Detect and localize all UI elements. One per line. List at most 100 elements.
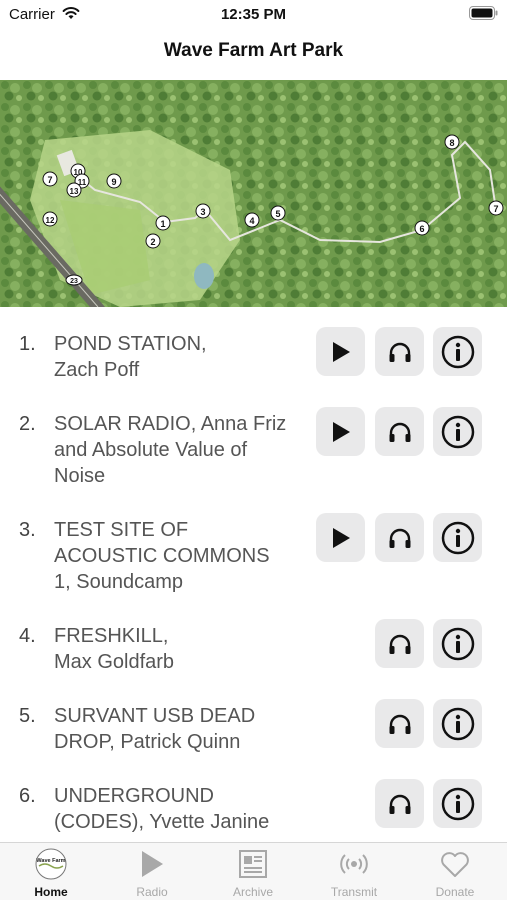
item-number: 6. <box>19 785 36 807</box>
info-button[interactable] <box>433 779 482 828</box>
item-title: SURVANT USB DEAD DROP, Patrick Quinn <box>54 703 312 755</box>
listen-button[interactable] <box>375 779 424 828</box>
info-button[interactable] <box>433 327 482 376</box>
tab-transmit[interactable]: Transmit <box>304 843 404 900</box>
item-line: 1, Soundcamp <box>54 571 183 593</box>
svg-text:2: 2 <box>150 237 155 247</box>
listen-button[interactable] <box>375 513 424 562</box>
item-title: POND STATION, Zach Poff <box>54 331 312 383</box>
newspaper-icon <box>239 850 267 878</box>
item-number: 3. <box>19 519 36 541</box>
tab-home[interactable]: Wave Farm Home <box>1 843 101 900</box>
item-number: 5. <box>19 705 36 727</box>
svg-text:4: 4 <box>249 216 254 226</box>
svg-text:3: 3 <box>200 207 205 217</box>
tab-label: Radio <box>136 885 168 899</box>
map-marker[interactable]: 9 <box>106 173 122 189</box>
map-marker[interactable]: 7 <box>42 171 58 187</box>
item-title: UNDERGROUND (CODES), Yvette Janine <box>54 783 312 835</box>
map-marker[interactable]: 1 <box>155 215 171 231</box>
item-line: Noise <box>54 465 106 487</box>
station-list[interactable]: 1. POND STATION, Zach Poff 2. SOLAR RADI… <box>0 307 507 842</box>
svg-text:7: 7 <box>47 175 52 185</box>
item-line: DROP, Patrick Quinn <box>54 731 241 753</box>
item-line: POND STATION, <box>54 333 207 355</box>
map-marker[interactable]: 4 <box>244 212 260 228</box>
heart-icon <box>441 852 469 877</box>
svg-text:1: 1 <box>160 219 165 229</box>
tab-label: Home <box>34 885 68 899</box>
info-icon <box>441 521 474 554</box>
item-line: TEST SITE OF <box>54 519 189 541</box>
battery-icon <box>469 6 498 20</box>
map-marker[interactable]: 13 <box>66 182 82 198</box>
logo-text: Wave Farm <box>36 858 65 864</box>
tab-archive[interactable]: Archive <box>203 843 303 900</box>
item-title: SOLAR RADIO, Anna Friz and Absolute Valu… <box>54 411 312 489</box>
headphones-icon <box>389 342 410 362</box>
item-line: Max Goldfarb <box>54 651 175 673</box>
broadcast-icon <box>340 854 368 874</box>
headphones-icon <box>389 714 410 734</box>
item-title: FRESHKILL, Max Goldfarb <box>54 623 312 675</box>
info-button[interactable] <box>433 619 482 668</box>
play-icon <box>142 851 163 877</box>
headphones-icon <box>389 528 410 548</box>
item-number: 1. <box>19 333 36 355</box>
svg-text:9: 9 <box>111 177 116 187</box>
svg-text:7: 7 <box>493 204 498 214</box>
status-bar: Carrier 12:35 PM <box>0 0 507 28</box>
item-line: FRESHKILL, <box>54 625 169 647</box>
wave-farm-logo-icon: Wave Farm <box>35 848 67 880</box>
info-button[interactable] <box>433 513 482 562</box>
headphones-icon <box>389 422 410 442</box>
info-icon <box>441 707 474 740</box>
info-icon <box>441 787 474 820</box>
page-title: Wave Farm Art Park <box>163 40 344 61</box>
listen-button[interactable] <box>375 619 424 668</box>
item-line: SOLAR RADIO, Anna Friz <box>54 413 287 435</box>
svg-text:23: 23 <box>70 278 78 285</box>
listen-button[interactable] <box>375 327 424 376</box>
svg-text:13: 13 <box>70 187 79 196</box>
play-button[interactable] <box>316 407 365 456</box>
info-button[interactable] <box>433 407 482 456</box>
play-icon <box>332 341 350 362</box>
svg-text:8: 8 <box>449 138 454 148</box>
headphones-icon <box>389 794 410 814</box>
item-line: ACOUSTIC COMMONS <box>54 545 270 567</box>
clock: 12:35 PM <box>220 6 287 23</box>
item-line: SURVANT USB DEAD <box>54 705 256 727</box>
svg-text:5: 5 <box>275 209 280 219</box>
tab-radio[interactable]: Radio <box>102 843 202 900</box>
item-title: TEST SITE OF ACOUSTIC COMMONS 1, Soundca… <box>54 517 312 595</box>
map-marker[interactable]: 6 <box>414 220 430 236</box>
map-marker[interactable]: 8 <box>444 134 460 150</box>
tab-label: Archive <box>232 885 273 899</box>
item-number: 2. <box>19 413 36 435</box>
park-map[interactable]: 1 2 3 4 5 6 7 7 8 9 10 11 12 13 23 <box>0 80 507 307</box>
map-marker[interactable]: 5 <box>270 205 286 221</box>
info-icon <box>441 627 474 660</box>
item-line: (CODES), Yvette Janine <box>54 811 270 833</box>
listen-button[interactable] <box>375 407 424 456</box>
item-line: and Absolute Value of <box>54 439 248 461</box>
item-line: Zach Poff <box>54 359 140 381</box>
road-sign: 23 <box>65 274 83 286</box>
svg-text:6: 6 <box>419 224 424 234</box>
info-icon <box>441 415 474 448</box>
map-marker[interactable]: 7 <box>488 200 504 216</box>
map-marker[interactable]: 2 <box>145 233 161 249</box>
tab-bar: Wave Farm Home Radio Archive Transmit Do… <box>0 842 507 900</box>
play-button[interactable] <box>316 327 365 376</box>
play-button[interactable] <box>316 513 365 562</box>
map-marker[interactable]: 3 <box>195 203 211 219</box>
info-button[interactable] <box>433 699 482 748</box>
map-marker[interactable]: 12 <box>42 211 58 227</box>
play-icon <box>332 421 350 442</box>
tab-label: Transmit <box>330 885 378 899</box>
headphones-icon <box>389 634 410 654</box>
listen-button[interactable] <box>375 699 424 748</box>
tab-donate[interactable]: Donate <box>405 843 505 900</box>
info-icon <box>441 335 474 368</box>
